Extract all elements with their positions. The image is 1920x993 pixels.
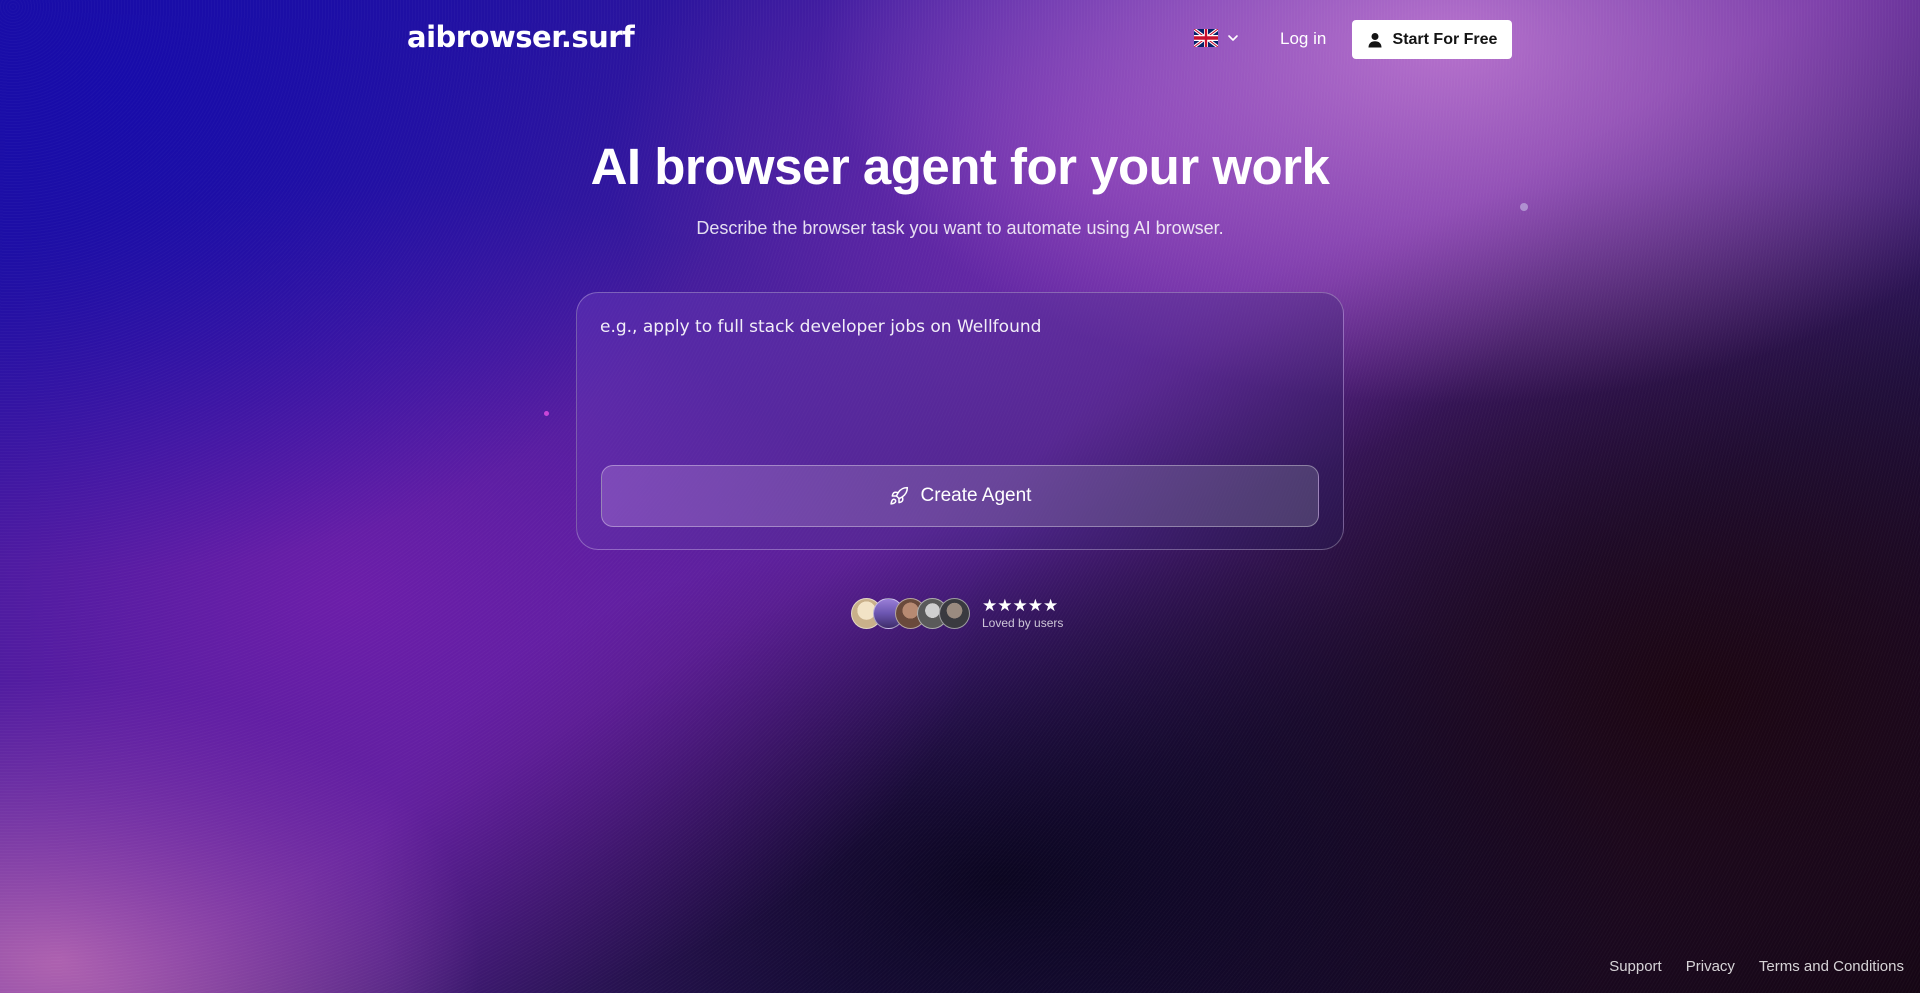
avatar (939, 598, 970, 629)
user-icon (1368, 32, 1382, 47)
social-proof: ★★★★★ Loved by users (851, 598, 1063, 629)
task-card: Create Agent (576, 292, 1344, 550)
create-agent-button[interactable]: Create Agent (601, 465, 1319, 527)
create-agent-label: Create Agent (920, 485, 1032, 506)
page-title: AI browser agent for your work (590, 138, 1330, 195)
login-link[interactable]: Log in (1280, 29, 1326, 49)
rating-block: ★★★★★ Loved by users (982, 596, 1064, 630)
chevron-down-icon (1228, 35, 1238, 41)
site-footer: Support Privacy Terms and Conditions (1609, 958, 1904, 975)
avatar-group (851, 598, 970, 629)
rocket-icon (889, 486, 908, 505)
task-input[interactable] (600, 315, 1320, 445)
footer-link-terms[interactable]: Terms and Conditions (1759, 958, 1904, 975)
start-for-free-button[interactable]: Start For Free (1352, 20, 1512, 59)
rating-caption: Loved by users (982, 616, 1064, 630)
logo[interactable]: aibrowser.surf (407, 20, 635, 54)
start-for-free-label: Start For Free (1392, 30, 1498, 48)
language-selector[interactable] (1194, 29, 1240, 47)
decorative-dot (544, 411, 549, 416)
page-subtitle: Describe the browser task you want to au… (696, 218, 1224, 238)
star-rating: ★★★★★ (982, 596, 1059, 616)
footer-link-privacy[interactable]: Privacy (1686, 958, 1735, 975)
uk-flag-icon (1194, 29, 1218, 47)
footer-link-support[interactable]: Support (1609, 958, 1662, 975)
decorative-dot (1520, 203, 1528, 211)
